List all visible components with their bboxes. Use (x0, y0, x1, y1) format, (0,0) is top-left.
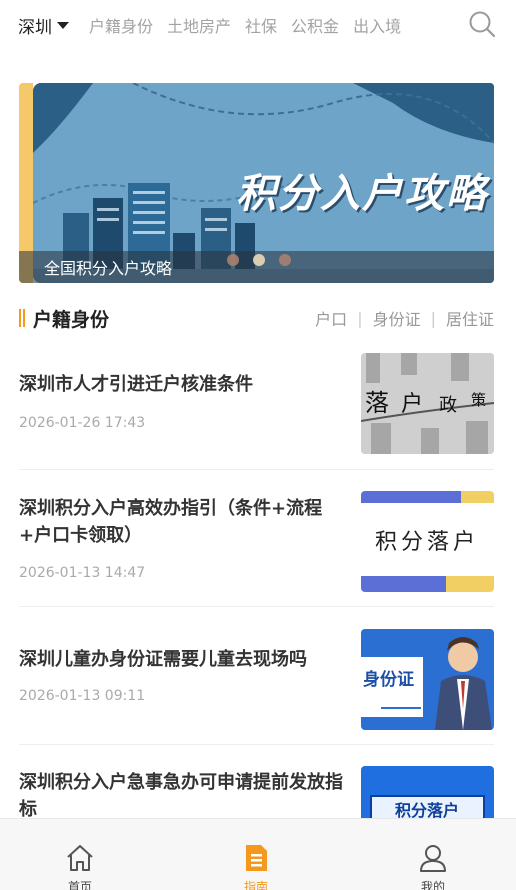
article-thumbnail: 积分落户 (361, 491, 494, 592)
carousel-dot-active[interactable] (253, 254, 265, 266)
article-thumbnail: 落 户 政 策 (361, 353, 494, 454)
guide-icon (246, 845, 267, 871)
section-header: 户籍身份 户口 | 身份证 | 居住证 (19, 303, 494, 333)
article-title: 深圳积分入户高效办指引（条件+流程+户口卡领取） (19, 498, 323, 546)
article-date: 2026-01-13 09:11 (19, 688, 146, 704)
section-title: 户籍身份 (33, 308, 110, 331)
banner-carousel[interactable]: 积分入户攻略 全国积分入户攻略 (19, 83, 494, 283)
svg-text:户: 户 (401, 392, 423, 417)
tab-guide[interactable]: 指南 (216, 819, 296, 890)
search-icon[interactable] (468, 10, 496, 38)
list-item[interactable]: 深圳积分入户高效办指引（条件+流程+户口卡领取） 2026-01-13 14:4… (19, 490, 494, 607)
article-title: 深圳儿童办身份证需要儿童去现场吗 (19, 649, 307, 670)
tab-label: 我的 (420, 880, 445, 890)
banner-caption: 全国积分入户攻略 (44, 259, 173, 278)
list-item[interactable]: 深圳市人才引进迁户核准条件 2026-01-26 17:43 落 户 政 策 (19, 353, 494, 470)
tab-hukou[interactable]: 户籍身份 (89, 13, 153, 37)
svg-text:积分落户: 积分落户 (375, 530, 479, 555)
svg-text:落: 落 (365, 389, 389, 417)
link-residence-permit[interactable]: 居住证 (446, 306, 494, 330)
top-nav: 深圳 户籍身份 土地房产 社保 公积金 出入境 (0, 0, 516, 50)
article-date: 2026-01-13 14:47 (19, 565, 146, 581)
city-label: 深圳 (18, 17, 52, 38)
tab-social-security[interactable]: 社保 (245, 13, 277, 37)
divider (19, 469, 494, 470)
link-hukou[interactable]: 户口 (315, 306, 347, 330)
carousel-indicators (227, 254, 291, 266)
profile-icon (420, 845, 446, 872)
svg-text:策: 策 (471, 391, 486, 409)
divider: | (357, 308, 363, 328)
svg-text:政: 政 (439, 395, 457, 416)
tab-home[interactable]: 首页 (40, 819, 120, 890)
section-links: 户口 | 身份证 | 居住证 (315, 306, 494, 330)
banner-title: 积分入户攻略 (236, 171, 488, 217)
tab-label: 指南 (243, 880, 268, 890)
bottom-tab-bar: 首页 指南 我的 (0, 818, 516, 890)
caret-down-icon (57, 21, 69, 29)
svg-text:身份证: 身份证 (363, 669, 414, 690)
city-selector[interactable]: 深圳 (18, 13, 69, 38)
link-id-card[interactable]: 身份证 (373, 306, 421, 330)
tab-land-property[interactable]: 土地房产 (167, 13, 231, 37)
tab-label: 首页 (67, 880, 92, 890)
article-date: 2026-01-26 17:43 (19, 415, 146, 431)
divider (19, 744, 494, 745)
list-item[interactable]: 深圳儿童办身份证需要儿童去现场吗 2026-01-13 09:11 身份证 (19, 628, 494, 745)
article-thumbnail: 身份证 (361, 629, 494, 730)
article-title: 深圳市人才引进迁户核准条件 (19, 374, 253, 395)
divider (19, 606, 494, 607)
carousel-dot[interactable] (227, 254, 239, 266)
carousel-dot[interactable] (279, 254, 291, 266)
section-accent-icon (19, 309, 25, 327)
tab-housing-fund[interactable]: 公积金 (291, 13, 339, 37)
list-item[interactable]: 深圳积分入户急事急办可申请提前发放指标 积分落户 (19, 766, 494, 867)
divider: | (430, 308, 436, 328)
tab-profile[interactable]: 我的 (393, 819, 473, 890)
home-icon (67, 845, 93, 871)
tab-exit-entry[interactable]: 出入境 (353, 13, 401, 37)
article-title: 深圳积分入户急事急办可申请提前发放指标 (19, 772, 343, 820)
